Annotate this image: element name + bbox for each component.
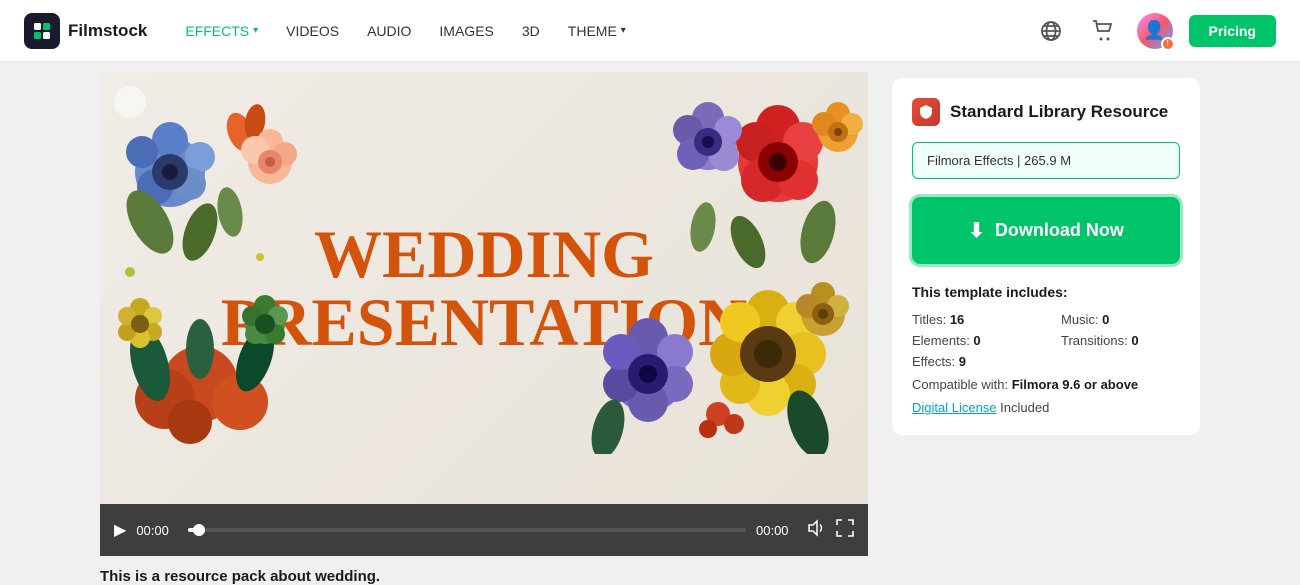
video-container: ♡ WEDDING PRESENTATION — [100, 72, 868, 504]
resource-header: Standard Library Resource — [912, 98, 1180, 126]
video-wrapper: ♡ WEDDING PRESENTATION ▶ 00:00 00:00 — [100, 72, 868, 585]
template-stats: Titles: 16 Music: 0 Elements: 0 Transiti… — [912, 312, 1180, 369]
compat-prefix: Compatible with: — [912, 377, 1012, 392]
download-label: Download Now — [995, 220, 1124, 241]
stat-music-value: 0 — [1102, 312, 1109, 327]
nav-links: EFFECTS ▾ VIDEOS AUDIO IMAGES 3D THEME ▾ — [171, 0, 639, 62]
progress-bar[interactable] — [188, 528, 746, 532]
right-panel: Standard Library Resource Filmora Effect… — [892, 72, 1200, 585]
panel-card: Standard Library Resource Filmora Effect… — [892, 78, 1200, 435]
compat-row: Compatible with: Filmora 9.6 or above — [912, 377, 1180, 392]
nav-3d[interactable]: 3D — [508, 0, 554, 62]
stat-titles-value: 16 — [950, 312, 964, 327]
stat-titles: Titles: 16 — [912, 312, 1031, 327]
avatar-badge: ! — [1161, 37, 1175, 51]
theme-label: THEME — [568, 23, 617, 39]
stat-elements: Elements: 0 — [912, 333, 1031, 348]
stat-elements-value: 0 — [973, 333, 980, 348]
cart-button[interactable] — [1085, 13, 1121, 49]
logo-icon — [24, 13, 60, 49]
license-suffix: Included — [1000, 400, 1049, 415]
videos-label: VIDEOS — [286, 23, 339, 39]
stat-music: Music: 0 — [1061, 312, 1180, 327]
images-label: IMAGES — [439, 23, 493, 39]
stat-transitions-value: 0 — [1131, 333, 1138, 348]
globe-button[interactable] — [1033, 13, 1069, 49]
nav-videos[interactable]: VIDEOS — [272, 0, 353, 62]
stat-transitions: Transitions: 0 — [1061, 333, 1180, 348]
video-title-line2: PRESENTATION — [221, 288, 747, 356]
logo[interactable]: Filmstock — [24, 13, 147, 49]
time-total: 00:00 — [756, 523, 798, 538]
license-link[interactable]: Digital License — [912, 400, 997, 415]
resource-icon — [912, 98, 940, 126]
download-icon: ⬇ — [968, 218, 985, 243]
main-content: ♡ WEDDING PRESENTATION ▶ 00:00 00:00 — [0, 62, 1300, 585]
nav-audio[interactable]: AUDIO — [353, 0, 425, 62]
effects-label: EFFECTS — [185, 23, 249, 39]
resource-title: Standard Library Resource — [950, 102, 1168, 122]
video-title: WEDDING PRESENTATION — [221, 220, 747, 356]
logo-text: Filmstock — [68, 21, 147, 41]
time-current: 00:00 — [136, 523, 178, 538]
progress-thumb — [193, 524, 205, 536]
stat-transitions-label: Transitions: — [1061, 333, 1131, 348]
video-title-line1: WEDDING — [221, 220, 747, 288]
heart-icon[interactable]: ♡ — [114, 86, 146, 118]
stat-music-label: Music: — [1061, 312, 1102, 327]
stat-effects-value: 9 — [959, 354, 966, 369]
stat-effects: Effects: 9 — [912, 354, 1031, 369]
fullscreen-button[interactable] — [836, 519, 854, 542]
file-tag: Filmora Effects | 265.9 M — [912, 142, 1180, 179]
3d-label: 3D — [522, 23, 540, 39]
volume-button[interactable] — [808, 519, 826, 542]
compat-value: Filmora 9.6 or above — [1012, 377, 1138, 392]
avatar[interactable]: 👤 ! — [1137, 13, 1173, 49]
video-bg: ♡ WEDDING PRESENTATION — [100, 72, 868, 504]
audio-label: AUDIO — [367, 23, 411, 39]
pricing-button[interactable]: Pricing — [1189, 15, 1276, 47]
nav-theme[interactable]: THEME ▾ — [554, 0, 640, 62]
nav-right: 👤 ! Pricing — [1033, 13, 1276, 49]
nav-effects[interactable]: EFFECTS ▾ — [171, 0, 272, 62]
play-button[interactable]: ▶ — [114, 520, 126, 540]
nav-images[interactable]: IMAGES — [425, 0, 507, 62]
video-controls: ▶ 00:00 00:00 — [100, 504, 868, 556]
download-button[interactable]: ⬇ Download Now — [912, 197, 1180, 264]
navbar: Filmstock EFFECTS ▾ VIDEOS AUDIO IMAGES … — [0, 0, 1300, 62]
theme-chevron-icon: ▾ — [621, 25, 626, 36]
stat-elements-label: Elements: — [912, 333, 973, 348]
effects-chevron-icon: ▾ — [253, 25, 258, 36]
template-includes-label: This template includes: — [912, 284, 1180, 300]
stat-titles-label: Titles: — [912, 312, 950, 327]
file-label: Filmora Effects | 265.9 M — [927, 153, 1071, 168]
license-row: Digital License Included — [912, 400, 1180, 415]
stat-effects-label: Effects: — [912, 354, 959, 369]
